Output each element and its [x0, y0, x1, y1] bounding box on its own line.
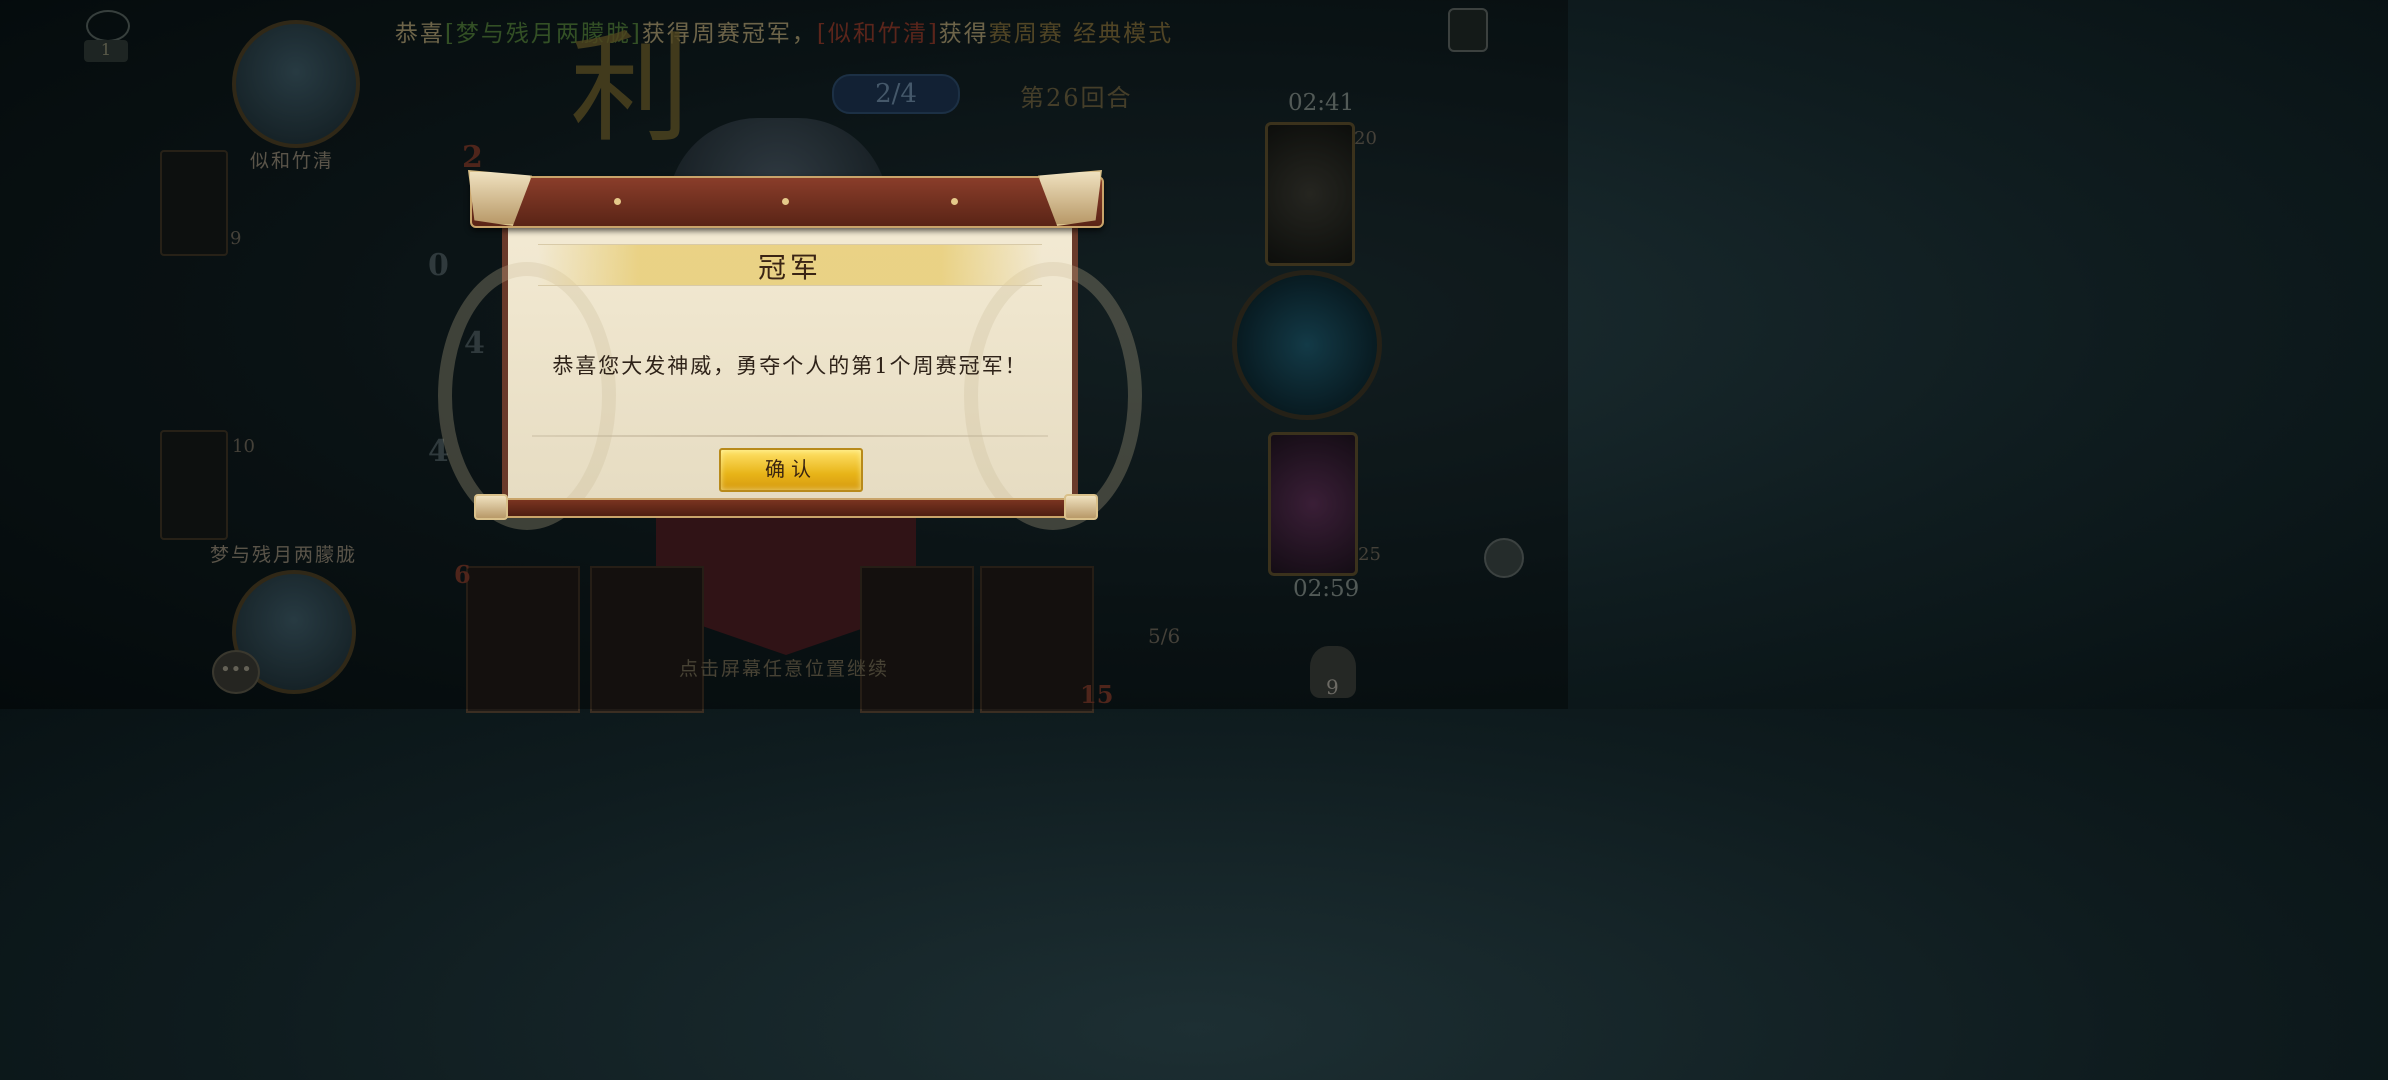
frame-stud [951, 198, 958, 205]
opponent-avatar[interactable] [232, 20, 360, 148]
phone-icon[interactable] [1484, 538, 1524, 578]
hand-card[interactable] [466, 566, 580, 713]
hand-card[interactable] [980, 566, 1094, 713]
announce-mode: 赛周赛 经典模式 [988, 21, 1174, 47]
confirm-button[interactable]: 确认 [719, 448, 863, 492]
menu-scroll-icon[interactable] [1448, 8, 1488, 52]
opponent-name: 似和竹清 [250, 150, 335, 172]
announce-second-name: [似和竹清] [816, 21, 939, 47]
timer-top: 02:41 [1288, 90, 1355, 116]
frame-stud [614, 198, 621, 205]
round-label: 第26回合 [1020, 84, 1133, 112]
spectator-count: 1 [84, 40, 128, 62]
dialog-bottom-frame [476, 498, 1098, 518]
dialog-parchment: 冠军 恭喜您大发神威，勇夺个人的第1个周赛冠军！ 确认 [438, 222, 1142, 530]
player-equip-card[interactable] [160, 430, 228, 540]
hand-card[interactable] [590, 566, 704, 713]
hand-number-2: 15 [1080, 680, 1114, 709]
opponent-equip-card[interactable] [160, 150, 228, 256]
player-name: 梦与残月两朦胧 [210, 544, 358, 566]
spectator-eye-icon[interactable] [86, 10, 130, 42]
dialog-message: 恭喜您大发神威，勇夺个人的第1个周赛冠军！ [552, 354, 1028, 378]
dialog-cloud-decoration-right [964, 262, 1142, 530]
hand-card[interactable] [860, 566, 974, 713]
weekly-champion-announcement: 恭喜[梦与残月两朦胧]获得周赛冠军，[似和竹清]获得赛周赛 经典模式 [0, 14, 1568, 48]
announce-second-mid: 获得 [938, 21, 989, 47]
seat-number-2: 0 [428, 248, 449, 283]
hand-number-1: 6 [454, 560, 471, 589]
dialog-divider [532, 435, 1048, 437]
frame-bottom-corner-left [474, 494, 508, 520]
dialog-cloud-decoration-left [438, 262, 616, 530]
hand-ratio: 5/6 [1148, 624, 1181, 648]
discard-pile-count: 25 [1358, 544, 1381, 565]
announce-prefix: 恭喜 [394, 21, 445, 47]
frame-bottom-corner-right [1064, 494, 1098, 520]
draw-pile[interactable] [1265, 122, 1355, 266]
dialog-title: 冠军 [757, 251, 822, 284]
turn-orb [1232, 270, 1382, 420]
discard-pile[interactable] [1268, 432, 1358, 576]
continue-hint[interactable]: 点击屏幕任意位置继续 [0, 654, 1568, 681]
player-card-count: 10 [232, 436, 255, 457]
round-progress-badge: 2/4 [832, 74, 960, 114]
seat-number-1: 2 [462, 140, 483, 175]
dialog-top-frame [470, 176, 1104, 228]
timer-bottom: 02:59 [1293, 576, 1360, 602]
opponent-card-count: 9 [230, 228, 242, 249]
champion-dialog: 冠军 恭喜您大发神威，勇夺个人的第1个周赛冠军！ 确认 [438, 170, 1142, 530]
draw-pile-count: 20 [1354, 128, 1377, 149]
frame-stud [782, 198, 789, 205]
